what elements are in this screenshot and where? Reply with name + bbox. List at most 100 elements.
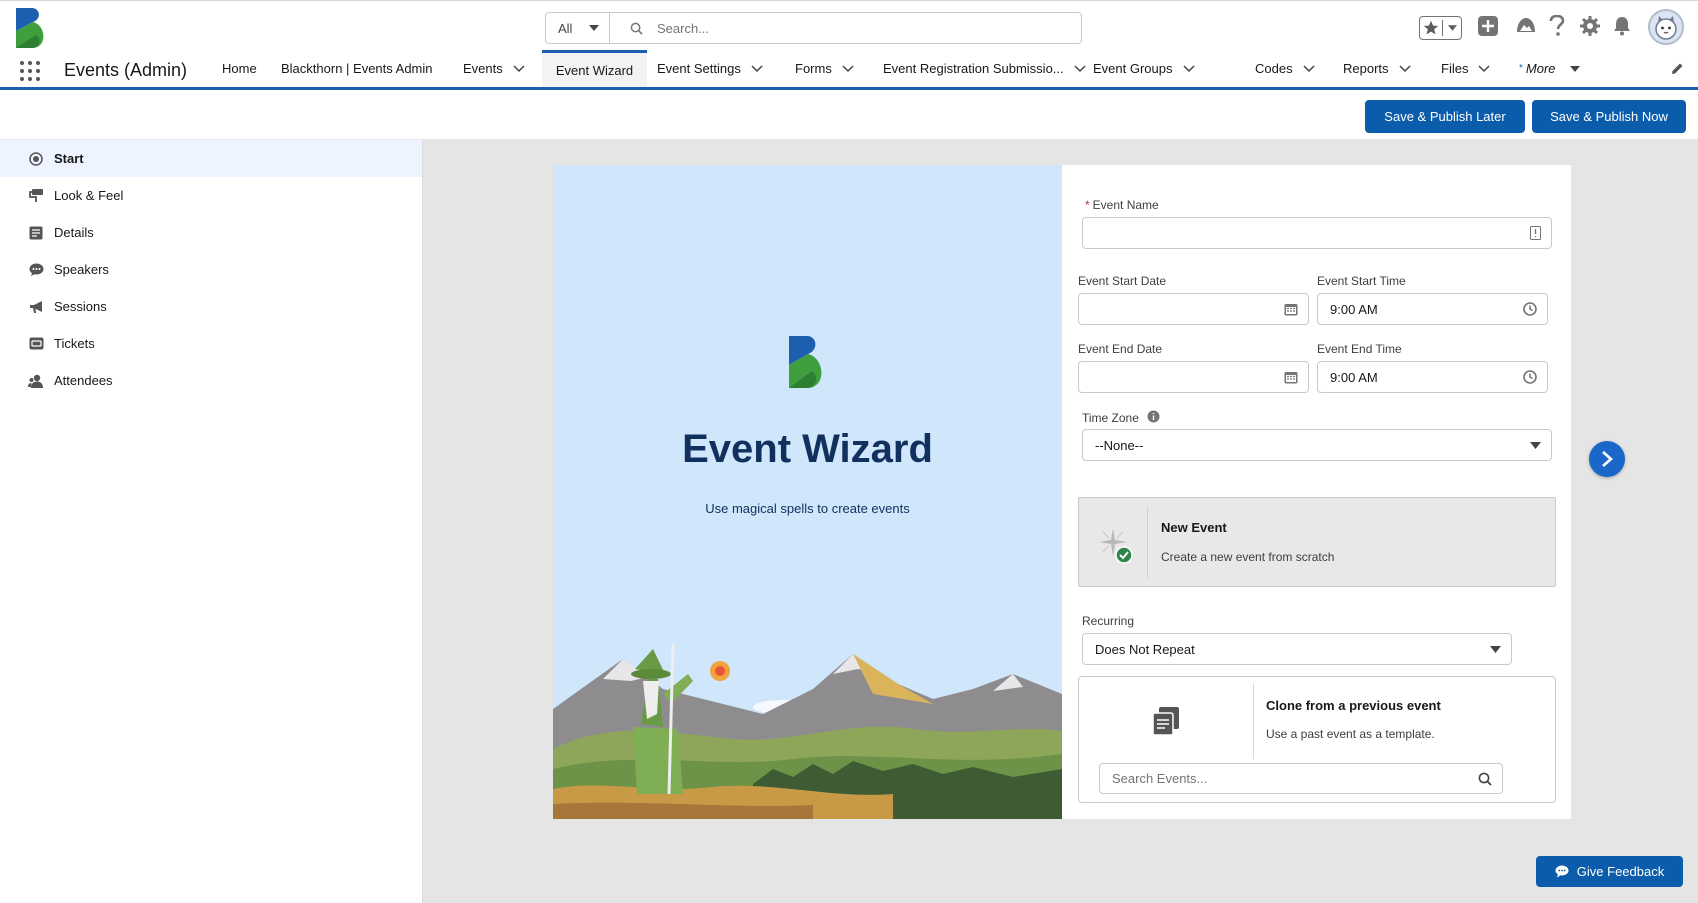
people-icon <box>28 373 44 389</box>
sidebar-item-look-feel[interactable]: Look & Feel <box>0 177 422 214</box>
field-placeholder: Search Events... <box>1112 771 1208 786</box>
tab-event-settings[interactable]: Event Settings <box>657 50 763 87</box>
help-icon[interactable] <box>1547 15 1567 37</box>
blackthorn-logo[interactable] <box>14 7 50 49</box>
field-value: --None-- <box>1095 437 1144 453</box>
tab-events[interactable]: Events <box>463 50 525 87</box>
clock-icon[interactable] <box>1523 302 1537 316</box>
sidebar-item-sessions[interactable]: Sessions <box>0 288 422 325</box>
tab-forms[interactable]: Forms <box>795 50 854 87</box>
caret-down-icon <box>1530 442 1541 449</box>
search-events-input[interactable]: Search Events... <box>1099 763 1503 794</box>
tab-label: Event Groups <box>1093 61 1173 76</box>
search-scope-select[interactable]: All <box>546 13 610 43</box>
app-nav-bar: Events (Admin) Home Blackthorn | Events … <box>0 50 1698 90</box>
hero-subtitle: Use magical spells to create events <box>705 501 910 516</box>
calendar-icon[interactable] <box>1284 302 1298 316</box>
search-input[interactable]: Search... <box>610 13 1081 43</box>
sidebar-item-label: Details <box>54 225 94 240</box>
save-publish-now-button[interactable]: Save & Publish Now <box>1532 100 1686 133</box>
clone-event-card: Clone from a previous event Use a past e… <box>1078 676 1556 803</box>
wizard-mountain-illustration <box>553 643 1062 819</box>
caret-down-icon <box>1569 65 1580 72</box>
sidebar-item-tickets[interactable]: Tickets <box>0 325 422 362</box>
edit-nav-pencil-icon[interactable] <box>1670 62 1684 79</box>
sidebar-item-speakers[interactable]: Speakers <box>0 251 422 288</box>
clock-icon[interactable] <box>1523 370 1537 384</box>
event-start-date-input[interactable] <box>1078 293 1309 325</box>
caret-down-icon <box>589 25 599 31</box>
tab-label: Reports <box>1343 61 1389 76</box>
chevron-down-icon[interactable] <box>513 64 525 73</box>
wizard-hero-panel: Event Wizard Use magical spells to creat… <box>553 165 1062 819</box>
chat-bubble-icon <box>1555 865 1569 878</box>
sidebar-item-label: Look & Feel <box>54 188 124 203</box>
recurring-label: Recurring <box>1082 614 1135 628</box>
tab-label: Home <box>222 61 257 76</box>
chevron-down-icon[interactable] <box>1182 64 1195 73</box>
chevron-down-icon[interactable] <box>1074 64 1086 73</box>
favorites-dropdown-icon[interactable] <box>1443 25 1461 31</box>
tab-reports[interactable]: Reports <box>1343 50 1411 87</box>
user-avatar[interactable] <box>1648 9 1684 45</box>
tab-label: Blackthorn | Events Admin <box>281 61 433 76</box>
sidebar-item-start[interactable]: Start <box>0 140 422 177</box>
trailhead-icon[interactable] <box>1515 15 1537 37</box>
new-event-title: New Event <box>1161 520 1227 535</box>
new-event-option-card[interactable]: New Event Create a new event from scratc… <box>1078 497 1556 587</box>
event-end-time-input[interactable]: 9:00 AM <box>1317 361 1548 393</box>
ticket-icon <box>28 336 44 352</box>
label-text: Time Zone <box>1082 411 1139 425</box>
star-icon <box>1420 20 1444 36</box>
wizard-action-bar: Save & Publish Later Save & Publish Now <box>0 90 1698 140</box>
tab-more[interactable]: * More <box>1519 50 1580 87</box>
chevron-down-icon[interactable] <box>751 64 763 73</box>
tab-label: Event Registration Submissio... <box>883 61 1064 76</box>
tab-codes[interactable]: Codes <box>1255 50 1315 87</box>
favorites-button[interactable] <box>1419 16 1462 40</box>
time-zone-select[interactable]: --None-- <box>1082 429 1552 461</box>
chat-icon <box>28 262 44 278</box>
notifications-bell-icon[interactable] <box>1611 15 1633 37</box>
chevron-down-icon[interactable] <box>1303 64 1315 73</box>
global-search: All Search... <box>545 12 1082 44</box>
info-icon[interactable] <box>1147 410 1160 426</box>
global-create-icon[interactable] <box>1477 15 1499 37</box>
card-divider <box>1147 508 1148 578</box>
required-asterisk: * <box>1085 198 1090 212</box>
tab-files[interactable]: Files <box>1441 50 1490 87</box>
megaphone-icon <box>28 299 44 315</box>
clone-event-title: Clone from a previous event <box>1266 698 1441 713</box>
event-start-date-label: Event Start Date <box>1078 274 1167 288</box>
event-name-input[interactable] <box>1082 217 1552 249</box>
save-publish-later-button[interactable]: Save & Publish Later <box>1365 100 1525 133</box>
tab-label: Files <box>1441 61 1469 76</box>
tab-event-groups[interactable]: Event Groups <box>1093 50 1195 87</box>
search-icon[interactable] <box>1478 772 1492 786</box>
tab-event-wizard[interactable]: Event Wizard <box>542 50 647 87</box>
field-value: 9:00 AM <box>1330 369 1378 385</box>
sidebar-item-details[interactable]: Details <box>0 214 422 251</box>
setup-gear-icon[interactable] <box>1579 15 1601 37</box>
event-start-time-input[interactable]: 9:00 AM <box>1317 293 1548 325</box>
chevron-down-icon[interactable] <box>1478 64 1490 73</box>
chevron-down-icon[interactable] <box>842 64 854 73</box>
tab-event-registration-submissions[interactable]: Event Registration Submissio... <box>883 50 1086 87</box>
tab-blackthorn-events-admin[interactable]: Blackthorn | Events Admin <box>281 50 433 87</box>
recurring-select[interactable]: Does Not Repeat <box>1082 633 1512 665</box>
calendar-icon[interactable] <box>1284 370 1298 384</box>
chevron-down-icon[interactable] <box>1399 64 1411 73</box>
tab-label: Codes <box>1255 61 1293 76</box>
wizard-step-sidebar: Start Look & Feel Details Speakers Sessi… <box>0 140 423 903</box>
sidebar-item-attendees[interactable]: Attendees <box>0 362 422 399</box>
tab-home[interactable]: Home <box>222 50 257 87</box>
global-header: All Search... <box>0 0 1698 50</box>
give-feedback-button[interactable]: Give Feedback <box>1536 856 1683 887</box>
event-end-date-input[interactable] <box>1078 361 1309 393</box>
search-icon <box>630 22 643 35</box>
app-name: Events (Admin) <box>64 60 188 80</box>
event-end-date-label: Event End Date <box>1078 342 1163 356</box>
chevron-right-icon <box>1602 451 1613 467</box>
next-step-button[interactable] <box>1589 441 1625 477</box>
app-launcher-icon[interactable] <box>20 61 40 81</box>
